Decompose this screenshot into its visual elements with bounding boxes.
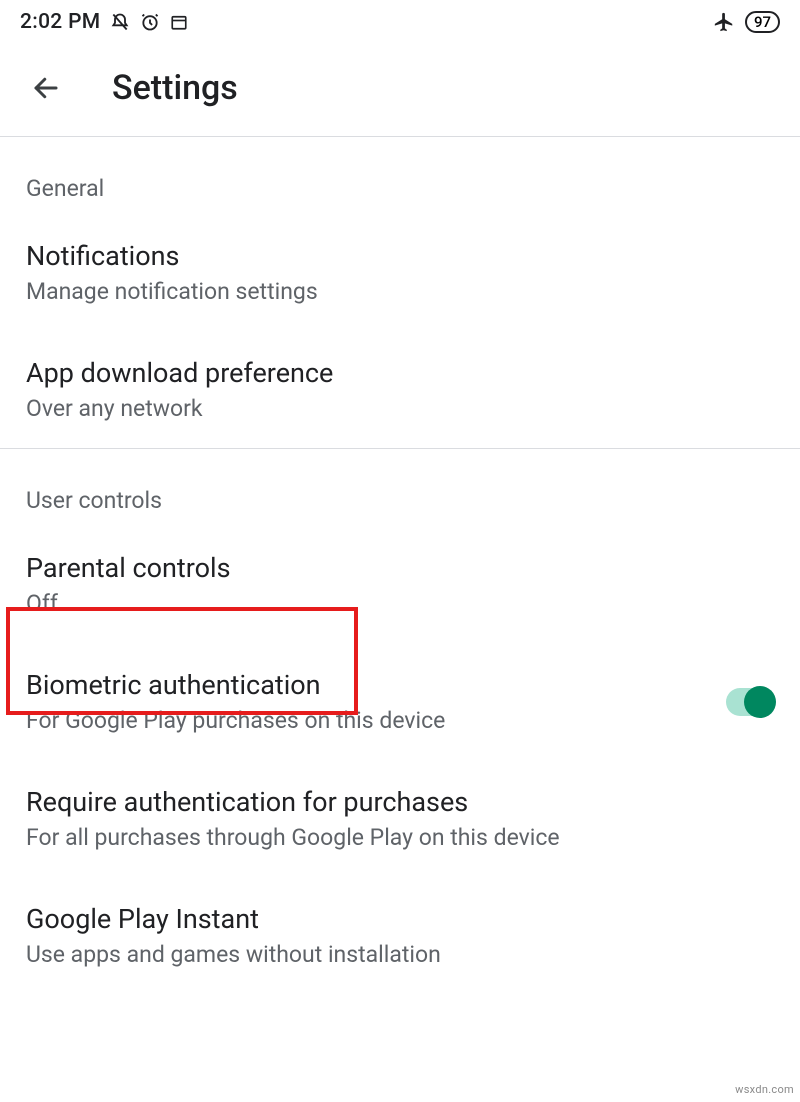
watermark: wsxdn.com — [735, 1083, 794, 1096]
setting-app-download-preference[interactable]: App download preference Over any network — [0, 331, 800, 448]
airplane-mode-icon — [713, 11, 735, 33]
toggle-knob — [744, 686, 776, 718]
section-header-general: General — [0, 137, 800, 214]
setting-text: Parental controls Off — [26, 552, 774, 617]
alarm-icon — [140, 12, 160, 32]
biometric-toggle[interactable] — [726, 688, 774, 716]
battery-indicator: 97 — [745, 11, 780, 33]
setting-subtitle: Off — [26, 590, 774, 617]
mute-icon — [110, 12, 130, 32]
setting-require-authentication[interactable]: Require authentication for purchases For… — [0, 760, 800, 877]
status-time: 2:02 PM — [20, 10, 100, 34]
section-user-controls: User controls Parental controls Off Biom… — [0, 449, 800, 994]
status-right: 97 — [713, 11, 780, 33]
back-button[interactable] — [30, 72, 62, 104]
setting-google-play-instant[interactable]: Google Play Instant Use apps and games w… — [0, 877, 800, 994]
status-left: 2:02 PM — [20, 10, 188, 34]
setting-title: Biometric authentication — [26, 669, 706, 701]
page-title: Settings — [112, 68, 238, 108]
setting-title: Google Play Instant — [26, 903, 774, 935]
setting-subtitle: Over any network — [26, 395, 774, 422]
setting-biometric-authentication[interactable]: Biometric authentication For Google Play… — [0, 643, 800, 760]
setting-text: Notifications Manage notification settin… — [26, 240, 774, 305]
setting-text: Biometric authentication For Google Play… — [26, 669, 706, 734]
setting-title: Parental controls — [26, 552, 774, 584]
setting-text: App download preference Over any network — [26, 357, 774, 422]
section-general: General Notifications Manage notificatio… — [0, 137, 800, 448]
status-bar: 2:02 PM 97 — [0, 0, 800, 40]
setting-title: Require authentication for purchases — [26, 786, 774, 818]
section-header-user-controls: User controls — [0, 449, 800, 526]
setting-parental-controls[interactable]: Parental controls Off — [0, 526, 800, 643]
calendar-icon — [170, 13, 188, 31]
setting-subtitle: For all purchases through Google Play on… — [26, 824, 774, 851]
setting-text: Require authentication for purchases For… — [26, 786, 774, 851]
setting-text: Google Play Instant Use apps and games w… — [26, 903, 774, 968]
setting-title: Notifications — [26, 240, 774, 272]
setting-subtitle: Use apps and games without installation — [26, 941, 774, 968]
setting-notifications[interactable]: Notifications Manage notification settin… — [0, 214, 800, 331]
setting-title: App download preference — [26, 357, 774, 389]
app-bar: Settings — [0, 40, 800, 136]
setting-subtitle: Manage notification settings — [26, 278, 774, 305]
setting-subtitle: For Google Play purchases on this device — [26, 707, 706, 734]
